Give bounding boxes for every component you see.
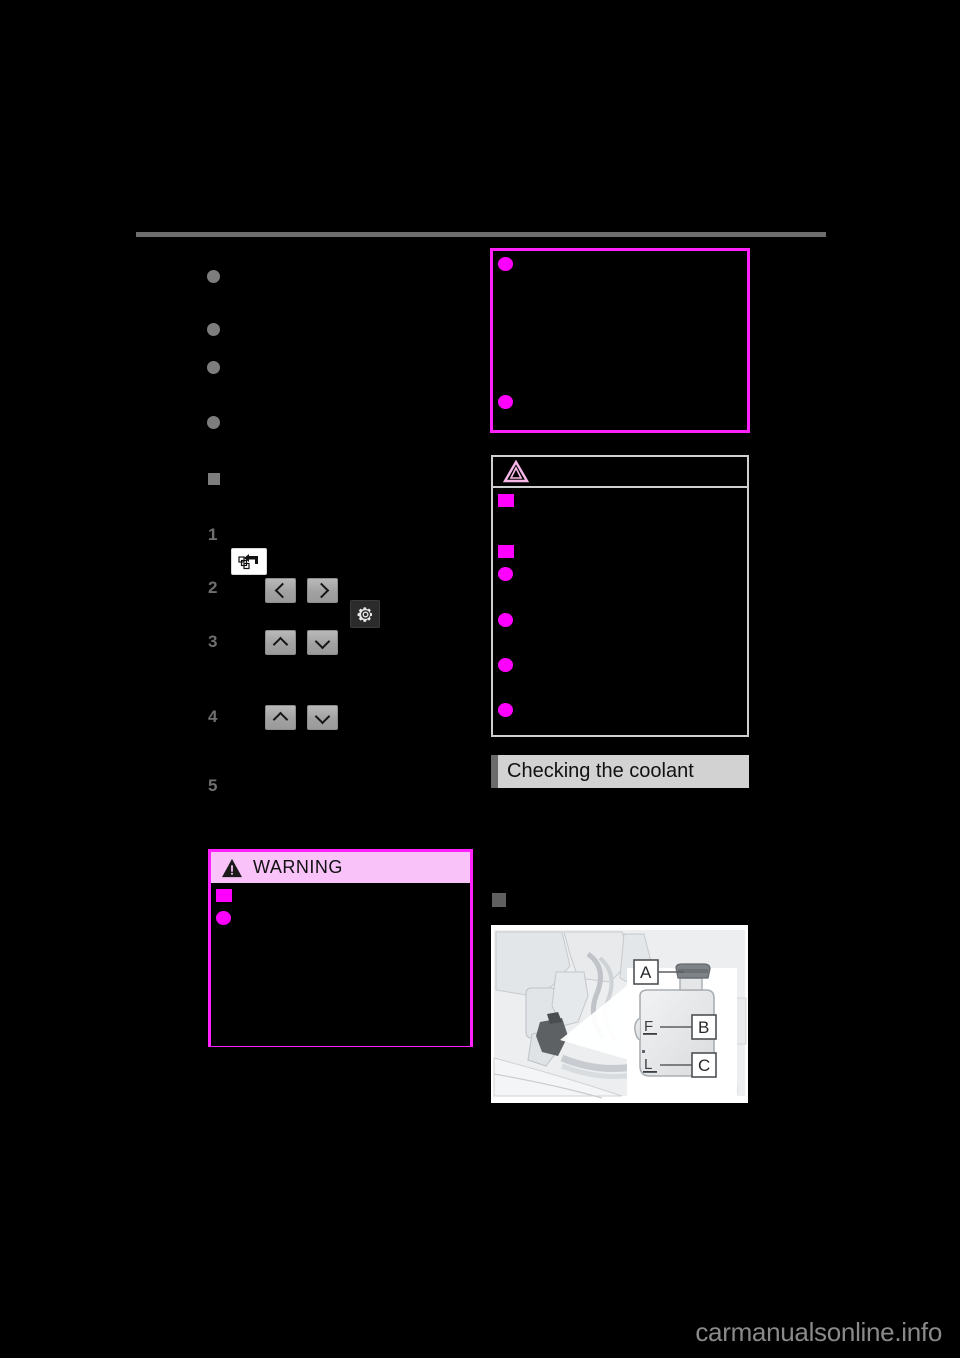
step-number-3: 3: [208, 632, 217, 651]
chevron-left-icon: [274, 582, 290, 599]
chevron-right-icon-button[interactable]: [307, 578, 338, 603]
warning-item-marker: [216, 911, 231, 925]
chevron-down-icon-button[interactable]: [307, 705, 338, 730]
gear-icon: [357, 606, 372, 622]
warning-box-body: [211, 883, 470, 1046]
notice-box-bottom-body: [493, 488, 747, 735]
list-item-bullet: [207, 416, 220, 429]
chevron-down-icon: [314, 708, 331, 724]
callout-b: B: [691, 1014, 717, 1040]
list-item-bullet: [207, 270, 220, 283]
back-layers-icon-button[interactable]: [231, 548, 267, 575]
footer-watermark: carmanualsonline.info: [695, 1317, 942, 1347]
warning-box: WARNING: [208, 849, 473, 1047]
svg-text:F: F: [644, 1018, 653, 1035]
svg-text:C: C: [698, 1056, 710, 1075]
warning-title: WARNING: [253, 857, 343, 877]
svg-text:A: A: [640, 963, 652, 982]
chevron-up-icon: [272, 636, 289, 652]
warning-box-header: WARNING: [211, 852, 470, 883]
warning-triangle-icon: [503, 460, 529, 483]
list-item-bullet: [207, 361, 220, 374]
chevron-down-icon: [314, 633, 331, 649]
notice-box-bottom-header: [493, 457, 747, 488]
chevron-up-icon-button[interactable]: [265, 705, 296, 730]
subsection-bullet: [492, 893, 506, 907]
chevron-left-icon-button[interactable]: [265, 578, 296, 603]
list-item-bullet: [207, 323, 220, 336]
manual-page: 1 2 3 4 5 WARNING Checking the coolant F…: [0, 0, 960, 1358]
svg-text:L: L: [644, 1056, 652, 1073]
warning-item-marker: [216, 889, 232, 902]
notice-item-marker: [498, 567, 513, 581]
notice-box-top: [490, 248, 750, 433]
chevron-right-icon: [313, 582, 329, 599]
notice-item-marker: [498, 658, 513, 672]
callout-a: A: [633, 959, 659, 985]
notice-item-marker: [498, 494, 514, 507]
notice-item-marker: [498, 545, 514, 558]
chevron-down-icon-button[interactable]: [307, 630, 338, 655]
step-number-1: 1: [208, 525, 217, 544]
section-heading-text: Checking the coolant: [507, 760, 694, 782]
callout-c: C: [691, 1052, 717, 1078]
warning-triangle-icon: [222, 858, 242, 877]
gear-icon-button[interactable]: [350, 600, 380, 628]
notice-box-bottom: [491, 455, 749, 737]
step-number-4: 4: [208, 707, 217, 726]
notice-item-marker: [498, 703, 513, 717]
back-layers-icon: [238, 553, 258, 569]
coolant-reservoir-drawing: F L A B C: [492, 926, 747, 1102]
notice-item-marker: [498, 395, 513, 409]
section-heading-bar: [491, 755, 498, 788]
coolant-reservoir-illustration: F L A B C: [491, 925, 748, 1103]
header-rule: [136, 232, 826, 237]
subsection-bullet: [208, 473, 220, 485]
section-heading-checking-the-coolant: Checking the coolant: [491, 755, 749, 788]
step-number-2: 2: [208, 578, 217, 597]
chevron-up-icon-button[interactable]: [265, 630, 296, 655]
step-number-5: 5: [208, 776, 217, 795]
chevron-up-icon: [272, 711, 289, 727]
svg-text:B: B: [698, 1018, 709, 1037]
notice-item-marker: [498, 257, 513, 271]
notice-item-marker: [498, 613, 513, 627]
